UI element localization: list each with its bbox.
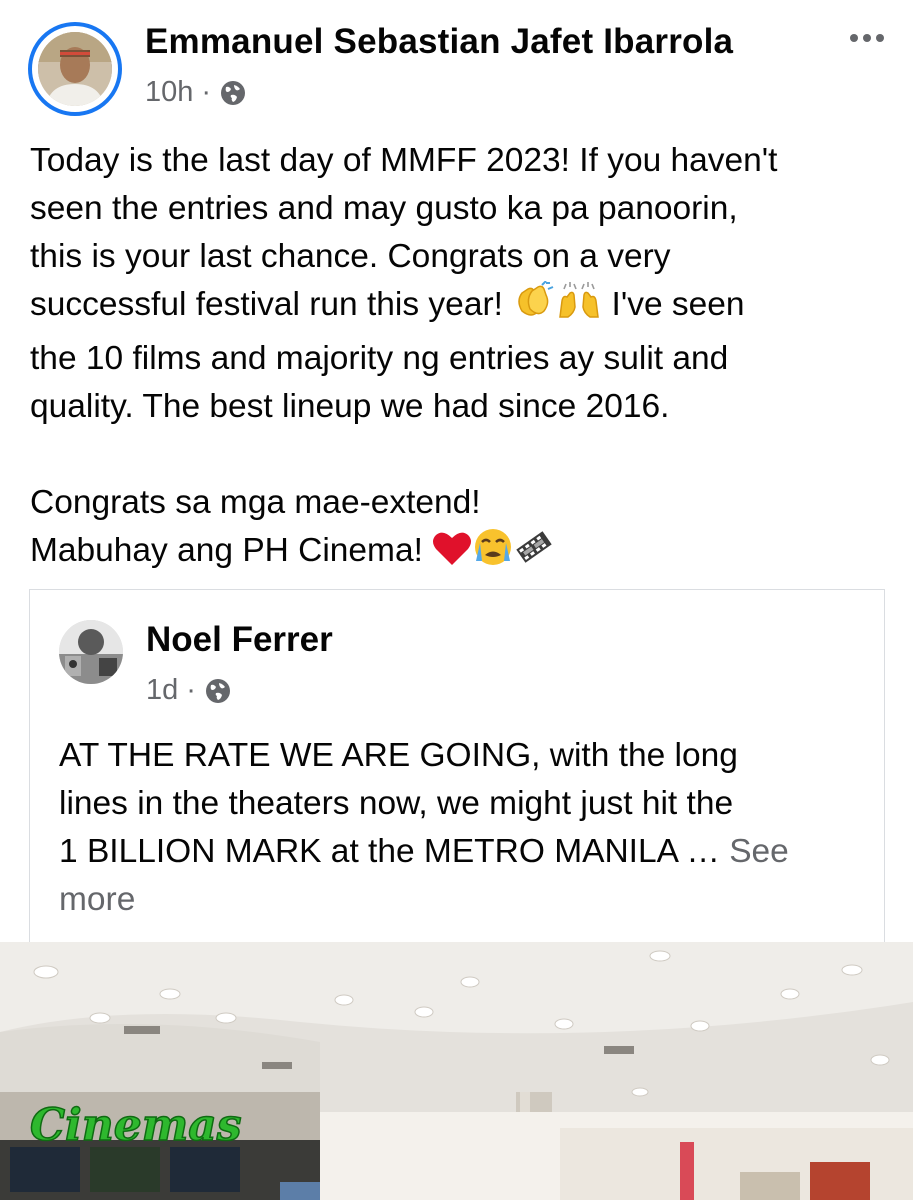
post-photo[interactable]: Cinemas <box>0 942 913 1200</box>
post-text-line-with-emoji: successful festival run this year! I've … <box>30 280 890 335</box>
shared-author-name[interactable]: Noel Ferrer <box>146 620 333 660</box>
shared-text-segment: 1 BILLION MARK at the METRO MANILA … <box>59 833 730 870</box>
clapping-hands-emoji <box>512 280 556 335</box>
shared-text-line: 1 BILLION MARK at the METRO MANILA … See <box>59 828 859 876</box>
see-more-link[interactable]: See <box>729 833 789 870</box>
cinemas-sign: Cinemas <box>30 1100 242 1151</box>
post-text-line: seen the entries and may gusto ka pa pan… <box>30 190 738 227</box>
post-text: Today is the last day of MMFF 2023! If y… <box>30 137 890 581</box>
post-meta: 10h · <box>145 76 247 109</box>
post-text-segment: Mabuhay ang PH Cinema! <box>30 532 433 569</box>
globe-icon <box>219 79 247 107</box>
post-text-line: Today is the last day of MMFF 2023! If y… <box>30 142 778 179</box>
shared-post-card[interactable]: Noel Ferrer 1d · AT THE RATE WE ARE GOIN… <box>29 589 885 989</box>
post-text-line: Congrats sa mga mae-extend! <box>30 484 481 521</box>
feed-post: Emmanuel Sebastian Jafet Ibarrola 10h · <box>0 0 913 1200</box>
post-text-line: the 10 films and majority ng entries ay … <box>30 340 729 377</box>
more-options-icon[interactable] <box>846 22 888 58</box>
shared-post-meta: 1d · <box>146 674 232 707</box>
post-text-line-with-emoji: Mabuhay ang PH Cinema! <box>30 527 890 581</box>
shared-text-line: AT THE RATE WE ARE GOING, with the long <box>59 737 738 774</box>
meta-separator: · <box>201 76 212 108</box>
crying-face-emoji <box>472 527 514 581</box>
post-text-line: this is your last chance. Congrats on a … <box>30 238 671 275</box>
shared-post-time[interactable]: 1d <box>146 674 178 707</box>
author-name[interactable]: Emmanuel Sebastian Jafet Ibarrola <box>145 22 733 62</box>
post-time[interactable]: 10h <box>145 76 193 109</box>
author-photo <box>38 32 112 106</box>
red-heart-emoji <box>432 529 472 581</box>
post-header: Emmanuel Sebastian Jafet Ibarrola 10h · <box>0 0 913 130</box>
post-text-line: quality. The best lineup we had since 20… <box>30 388 670 425</box>
post-text-segment: I've seen <box>602 286 745 323</box>
meta-separator: · <box>186 674 196 706</box>
shared-post-text: AT THE RATE WE ARE GOING, with the long … <box>59 732 859 924</box>
shared-author-avatar[interactable] <box>59 620 123 684</box>
see-more-link-continued[interactable]: more <box>59 876 859 924</box>
globe-icon <box>204 677 232 705</box>
shared-text-line: lines in the theaters now, we might just… <box>59 785 734 822</box>
author-avatar[interactable] <box>28 22 122 116</box>
post-text-segment: successful festival run this year! <box>30 286 513 323</box>
raising-hands-emoji <box>556 281 602 335</box>
film-frames-emoji <box>514 527 554 581</box>
